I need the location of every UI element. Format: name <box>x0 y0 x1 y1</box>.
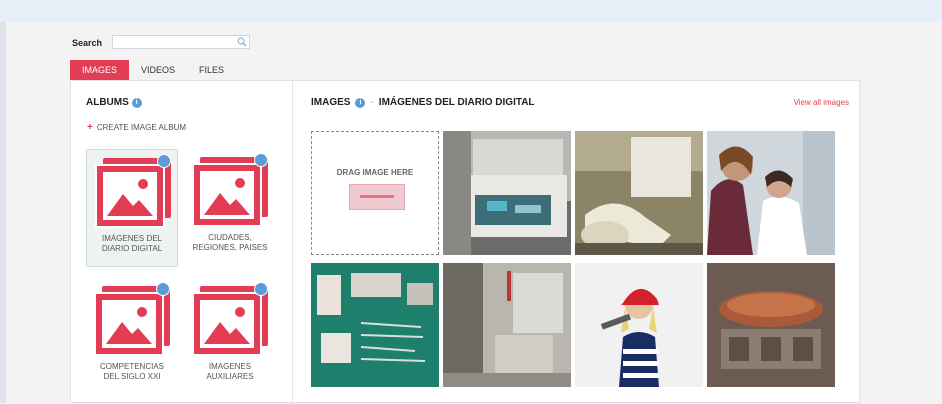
search-icon[interactable] <box>237 37 247 47</box>
media-panel: ALBUMS i + CREATE IMAGE ALBUM IMÁGENES D… <box>70 80 860 404</box>
top-band <box>0 0 942 22</box>
image-thumbnail[interactable] <box>575 263 703 387</box>
image-icon <box>200 171 254 219</box>
image-thumbnail[interactable] <box>443 263 571 387</box>
image-thumbnail[interactable] <box>443 131 571 255</box>
view-all-link[interactable]: View all images <box>794 98 849 107</box>
separator: - <box>370 97 374 108</box>
album-title: IMÁGENES DEL DIARIO DIGITAL <box>378 97 535 108</box>
info-icon[interactable]: i <box>355 97 366 108</box>
album-label: CIUDADES, REGIONES, PAISES <box>192 233 268 252</box>
badge-icon[interactable] <box>254 153 268 167</box>
album-imagenes-auxiliares[interactable]: IMAGENES AUXILIARES <box>184 278 276 396</box>
drop-zone[interactable]: DRAG IMAGE HERE <box>311 131 439 255</box>
info-icon[interactable]: i <box>131 97 142 108</box>
albums-heading: ALBUMS i <box>86 97 142 108</box>
tab-videos[interactable]: VIDEOS <box>129 60 187 80</box>
images-heading: IMAGES i - IMÁGENES DEL DIARIO DIGITAL <box>311 97 535 108</box>
tab-bar: IMAGES VIDEOS FILES <box>70 60 236 80</box>
album-icon <box>192 282 270 356</box>
albums-title: ALBUMS <box>86 97 129 108</box>
search-input[interactable] <box>113 40 239 52</box>
frame-border <box>0 22 6 403</box>
albums-sidebar: ALBUMS i + CREATE IMAGE ALBUM IMÁGENES D… <box>71 81 293 404</box>
image-icon <box>103 172 157 220</box>
drop-image-icon <box>349 184 405 210</box>
album-imagenes-diario-digital[interactable]: IMÁGENES DEL DIARIO DIGITAL <box>86 149 178 267</box>
image-thumbnail[interactable] <box>707 263 835 387</box>
search-box[interactable] <box>112 35 250 52</box>
badge-icon[interactable] <box>254 282 268 296</box>
image-icon <box>102 300 156 348</box>
album-competencias-siglo-xxi[interactable]: COMPETENCIAS DEL SIGLO XXI <box>86 278 178 396</box>
album-label: COMPETENCIAS DEL SIGLO XXI <box>99 362 164 381</box>
image-thumbnail[interactable] <box>575 131 703 255</box>
plus-icon: + <box>87 122 93 133</box>
album-ciudades-regiones-paises[interactable]: CIUDADES, REGIONES, PAISES <box>184 149 276 267</box>
album-label: IMAGENES AUXILIARES <box>206 362 254 381</box>
tab-files[interactable]: FILES <box>187 60 236 80</box>
album-label: IMÁGENES DEL DIARIO DIGITAL <box>101 234 163 253</box>
image-thumbnail[interactable] <box>707 131 835 255</box>
badge-icon[interactable] <box>156 282 170 296</box>
image-thumbnail[interactable] <box>311 263 439 387</box>
create-album-link[interactable]: + CREATE IMAGE ALBUM <box>87 122 186 133</box>
search-label: Search <box>72 38 103 48</box>
album-icon <box>95 154 173 228</box>
badge-icon[interactable] <box>157 154 171 168</box>
album-icon <box>94 282 172 356</box>
create-album-label: CREATE IMAGE ALBUM <box>96 123 187 132</box>
section-title: IMAGES <box>311 97 351 108</box>
tab-images[interactable]: IMAGES <box>70 60 130 80</box>
image-icon <box>200 300 254 348</box>
drop-label: DRAG IMAGE HERE <box>336 168 414 177</box>
album-icon <box>192 153 270 227</box>
